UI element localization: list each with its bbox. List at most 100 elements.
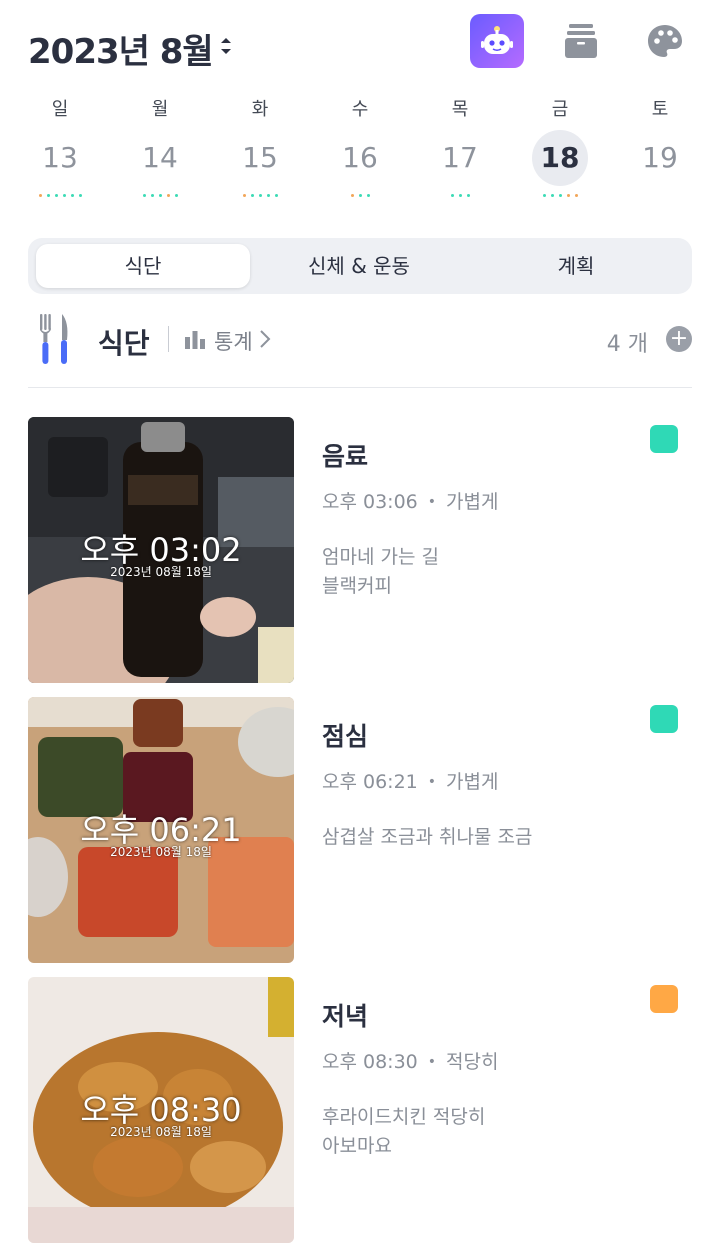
meal-color-tag [650, 985, 678, 1013]
date-number: 17 [442, 141, 478, 174]
meal-color-tag [650, 425, 678, 453]
meal-count: 4 개 [606, 332, 648, 357]
meal-memo: 삼겹살 조금과 취나물 조금 [322, 823, 532, 852]
meal-dot [542, 194, 546, 197]
meal-dot [242, 194, 246, 197]
stats-link[interactable]: 통계 [184, 326, 271, 356]
meal-photo[interactable]: 오후 08:30 2023년 08월 18일 [28, 977, 294, 1243]
day-cell[interactable]: 월 14 [120, 96, 200, 200]
weekday-label: 월 [151, 99, 169, 120]
weekday-label: 수 [351, 99, 369, 120]
meal-dot [70, 194, 74, 197]
meal-dot [46, 194, 50, 197]
meal-memo: 엄마네 가는 길 블랙커피 [322, 543, 439, 601]
meal-color-tag [650, 705, 678, 733]
app-header: 2023년 8월 [0, 0, 720, 90]
meal-photo[interactable]: 오후 06:21 2023년 08월 18일 [28, 697, 294, 963]
weekday-label: 목 [451, 99, 469, 120]
memo-line: 아보마요 [322, 1135, 392, 1157]
meal-dots [320, 194, 400, 200]
meal-card[interactable]: 오후 03:02 2023년 08월 18일 음료 오후 03:06 • 가볍게 엄… [28, 417, 692, 683]
meal-dot [450, 194, 454, 197]
stats-label: 통계 [214, 330, 253, 354]
meal-dot [250, 194, 254, 197]
meal-name: 저녁 [322, 1002, 369, 1031]
meal-dot [358, 194, 362, 197]
meal-dot [54, 194, 58, 197]
memo-line: 후라이드치킨 적당히 [322, 1106, 486, 1128]
meal-dot [38, 194, 42, 197]
day-cell[interactable]: 화 15 [220, 96, 300, 200]
meal-dot [142, 194, 146, 197]
day-cell[interactable]: 토 19 [620, 96, 700, 200]
meal-dot [366, 194, 370, 197]
meal-amount: 가볍게 [446, 771, 499, 793]
meal-dot [350, 194, 354, 197]
meal-dot [174, 194, 178, 197]
archive-box-icon[interactable] [554, 14, 608, 68]
date-number: 18 [532, 130, 588, 186]
meal-photo[interactable]: 오후 03:02 2023년 08월 18일 [28, 417, 294, 683]
meal-dot [158, 194, 162, 197]
meal-time: 오후 08:30 [322, 1051, 418, 1073]
fork-knife-icon [38, 312, 74, 370]
memo-line: 삼겹살 조금과 취나물 조금 [322, 826, 533, 848]
date-number: 14 [142, 141, 178, 174]
meal-dot [166, 194, 170, 197]
meal-dot [62, 194, 66, 197]
palette-icon[interactable] [638, 14, 692, 68]
meal-dot [550, 194, 554, 197]
meal-name: 점심 [322, 722, 369, 751]
meal-dots [220, 194, 300, 200]
meal-amount: 적당히 [446, 1051, 499, 1073]
date-number: 15 [242, 141, 278, 174]
photo-date: 2023년 08월 18일 [110, 565, 212, 579]
month-title[interactable]: 2023년 8월 [28, 24, 214, 73]
photo-date: 2023년 08월 18일 [110, 1125, 212, 1139]
divider [168, 326, 169, 352]
weekday-label: 화 [251, 99, 269, 120]
meal-dots [420, 194, 500, 200]
meal-dot [458, 194, 462, 197]
chevron-right-icon [259, 329, 271, 354]
date-number: 13 [42, 141, 78, 174]
meal-time: 오후 06:21 [322, 771, 418, 793]
meal-dot [558, 194, 562, 197]
meal-memo: 후라이드치킨 적당히 아보마요 [322, 1103, 485, 1161]
meal-dot [78, 194, 82, 197]
add-meal-button[interactable]: + [666, 326, 692, 352]
tab-body-exercise[interactable]: 신체 & 운동 [252, 244, 466, 288]
day-cell[interactable]: 일 13 [20, 96, 100, 200]
week-calendar: 일 13 월 14 화 15 수 16 목 17 금 18 토 19 [0, 96, 720, 216]
meal-dot [574, 194, 578, 197]
meal-card[interactable]: 오후 08:30 2023년 08월 18일 저녁 오후 08:30 • 적당히 후… [28, 977, 692, 1243]
meal-dot [150, 194, 154, 197]
weekday-label: 금 [551, 99, 569, 120]
memo-line: 블랙커피 [322, 575, 392, 597]
meal-name: 음료 [322, 442, 369, 471]
day-cell[interactable]: 수 16 [320, 96, 400, 200]
photo-date: 2023년 08월 18일 [110, 845, 212, 859]
meal-meta: 오후 06:21 • 가볍게 [322, 771, 499, 793]
robot-assistant-icon[interactable] [470, 14, 524, 68]
date-number: 16 [342, 141, 378, 174]
divider [28, 387, 692, 388]
day-cell-selected[interactable]: 금 18 [520, 96, 600, 200]
meal-dot [466, 194, 470, 197]
sort-arrows-icon[interactable] [218, 34, 234, 58]
meal-dots [120, 194, 200, 200]
weekday-label: 토 [651, 99, 669, 120]
memo-line: 엄마네 가는 길 [322, 546, 439, 568]
meal-meta: 오후 08:30 • 적당히 [322, 1051, 499, 1073]
meal-time: 오후 03:06 [322, 491, 418, 513]
meal-amount: 가볍게 [446, 491, 499, 513]
meal-meta: 오후 03:06 • 가볍게 [322, 491, 499, 513]
meal-dot [274, 194, 278, 197]
day-cell[interactable]: 목 17 [420, 96, 500, 200]
tab-plan[interactable]: 계획 [468, 244, 684, 288]
meal-dots [20, 194, 100, 200]
category-tabs: 식단 신체 & 운동 계획 [28, 238, 692, 294]
tab-diet[interactable]: 식단 [36, 244, 250, 288]
date-number: 19 [642, 141, 678, 174]
meal-card[interactable]: 오후 06:21 2023년 08월 18일 점심 오후 06:21 • 가볍게 삼… [28, 697, 692, 963]
